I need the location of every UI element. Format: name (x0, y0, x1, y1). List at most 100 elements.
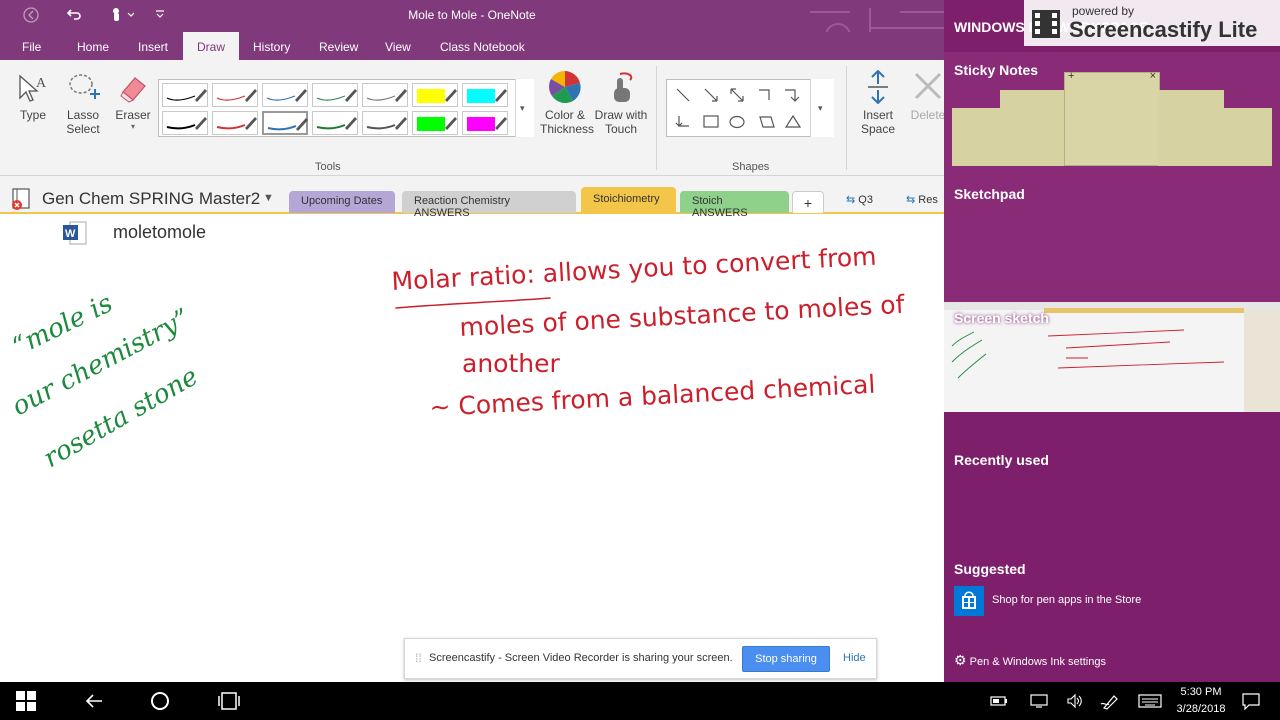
tab-res[interactable]: ⇆ Res (906, 193, 944, 206)
highlighter-swatch[interactable] (412, 111, 458, 135)
highlighter-icon (417, 89, 457, 103)
tab-q3-label: Q3 (858, 194, 873, 206)
pen-swatch[interactable] (262, 111, 308, 135)
pen-swatch[interactable] (362, 83, 408, 107)
tab-res-label: Res (918, 194, 938, 206)
stop-sharing-button[interactable]: Stop sharing (742, 646, 830, 672)
red-ink-group: Molar ratio: allows you to convert from … (391, 246, 906, 422)
ink-workspace-panel: WINDOWS INK WORKSPACE powered by Screenc… (944, 0, 1280, 682)
hide-link[interactable]: Hide (843, 652, 866, 664)
pen-swatch[interactable] (312, 83, 358, 107)
sticky-note-preview (1224, 108, 1272, 166)
pen-swatch[interactable] (162, 111, 208, 135)
menu-file[interactable]: File (22, 40, 41, 54)
battery-icon[interactable] (990, 694, 1008, 708)
screen-share-bar: ⁞⁞ Screencastify - Screen Video Recorder… (404, 638, 877, 679)
red-ink-line-1: Molar ratio: allows you to convert from (391, 246, 877, 296)
pen-gallery-more-button[interactable]: ▾ (515, 79, 534, 137)
pen-swatch[interactable] (212, 111, 258, 135)
keyboard-icon[interactable] (1138, 694, 1162, 708)
pen-swatch[interactable] (262, 83, 308, 107)
eraser-icon (120, 77, 146, 103)
rectangle-shape-icon (703, 115, 719, 128)
menu-draw[interactable]: Draw (183, 32, 240, 60)
menu-insert[interactable]: Insert (138, 40, 168, 54)
tab-upcoming-dates[interactable]: Upcoming Dates (289, 191, 395, 213)
pen-swatch[interactable] (312, 111, 358, 135)
windows-ink-icon[interactable] (1100, 692, 1120, 710)
pen-swatch[interactable] (212, 83, 258, 107)
lasso-select-button[interactable]: Lasso Select (62, 70, 104, 136)
screen-sketch-tile[interactable]: Screen sketch (944, 302, 1280, 412)
tab-reaction-chemistry-answers[interactable]: Reaction Chemistry ANSWERS (402, 191, 576, 219)
drag-handle-icon[interactable]: ⁞⁞ (415, 651, 422, 665)
sticky-notes-title: Sticky Notes (954, 62, 1039, 78)
network-icon[interactable] (1030, 693, 1048, 709)
eraser-dropdown-icon[interactable]: ▾ (112, 122, 154, 131)
menu-view[interactable]: View (385, 40, 411, 54)
add-section-button[interactable]: + (792, 191, 824, 213)
insert-space-button[interactable]: Insert Space (854, 70, 902, 136)
drawtouch-label-1: Draw with (594, 108, 648, 122)
attachment-name[interactable]: moletomole (113, 222, 206, 243)
red-ink-line-2: moles of one substance to moles of (459, 290, 906, 342)
red-ink-line-3: another (462, 349, 560, 378)
double-arrow-shape-icon (730, 88, 744, 102)
draw-with-touch-button[interactable]: Draw with Touch (594, 70, 648, 136)
pen-ink-settings-link[interactable]: ⚙ Pen & Windows Ink settings (954, 652, 1106, 669)
clock-time[interactable]: 5:30 PM (1166, 686, 1236, 698)
gear-icon: ⚙ (954, 652, 967, 668)
window-title: Mole to Mole - OneNote (408, 8, 536, 22)
shapes-more-button[interactable]: ▾ (810, 79, 834, 137)
insertspace-label-2: Space (860, 122, 896, 136)
task-view-icon[interactable] (218, 691, 240, 711)
menu-home[interactable]: Home (77, 40, 109, 54)
svg-text:W: W (65, 228, 76, 240)
pen-icon (366, 117, 407, 130)
sketchpad-tile[interactable]: Sketchpad (944, 176, 1280, 302)
taskbar: 5:30 PM 3/28/2018 (0, 682, 1280, 720)
volume-icon[interactable] (1066, 693, 1084, 709)
pen-icon (316, 89, 357, 102)
clock-date[interactable]: 3/28/2018 (1166, 703, 1236, 715)
notebook-sync-error-icon[interactable] (10, 187, 36, 216)
menu-class-notebook[interactable]: Class Notebook (440, 40, 525, 54)
highlighter-icon (467, 117, 507, 131)
type-label: Type (19, 108, 46, 122)
menu-review[interactable]: Review (319, 40, 358, 54)
highlighter-swatch[interactable] (462, 111, 508, 135)
notebook-name[interactable]: Gen Chem SPRING Master2 (42, 189, 260, 209)
page-canvas[interactable]: W moletomole “mole is our chemistry” ros… (0, 216, 944, 682)
color-label-2: Thickness (540, 122, 595, 136)
section-group-icon: ⇆ (906, 194, 916, 206)
color-thickness-button[interactable]: Color & Thickness (540, 70, 595, 136)
back-arrow-icon[interactable] (84, 691, 104, 711)
delete-x-icon (914, 72, 942, 100)
add-note-icon: + (1068, 70, 1075, 82)
pen-icon (166, 117, 207, 130)
eraser-button[interactable]: Eraser ▾ (112, 72, 154, 131)
shapes-group-label: Shapes (732, 161, 770, 173)
thumbnail-tabs (1044, 308, 1244, 313)
sticky-note-preview (1000, 90, 1070, 166)
action-center-icon[interactable] (1242, 692, 1260, 710)
tab-stoich-answers[interactable]: Stoich ANSWERS (680, 191, 789, 219)
cortana-icon[interactable] (150, 691, 170, 711)
suggested-title: Suggested (954, 561, 1026, 577)
insertspace-label-1: Insert (862, 108, 893, 122)
pen-swatch[interactable] (162, 83, 208, 107)
title-bar: Mole to Mole - OneNote (0, 0, 944, 48)
windows-start-icon[interactable] (16, 691, 36, 711)
store-suggestion[interactable]: Shop for pen apps in the Store (954, 586, 1270, 616)
sticky-notes-tile[interactable]: Sticky Notes + × (944, 52, 1280, 176)
touch-draw-icon (614, 72, 633, 102)
highlighter-swatch[interactable] (462, 83, 508, 107)
highlighter-swatch[interactable] (412, 83, 458, 107)
notebook-dropdown-icon[interactable]: ▼ (263, 192, 274, 204)
tab-q3[interactable]: ⇆ Q3 (846, 193, 873, 206)
tab-stoichiometry[interactable]: Stoichiometry (581, 187, 676, 214)
drawtouch-label-2: Touch (604, 122, 638, 136)
type-button[interactable]: A Type (14, 70, 52, 122)
menu-history[interactable]: History (253, 40, 290, 54)
pen-swatch[interactable] (362, 111, 408, 135)
